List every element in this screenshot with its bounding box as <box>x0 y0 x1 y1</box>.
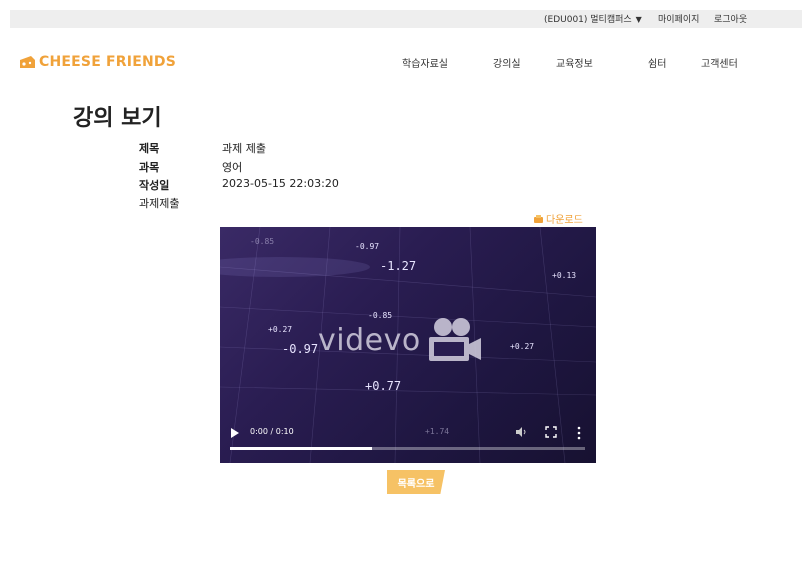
file-download-icon <box>534 214 543 223</box>
overlay-number: +0.77 <box>365 379 402 393</box>
field-value-title: 과제 제출 <box>222 142 266 155</box>
cheese-icon <box>20 56 35 68</box>
volume-icon[interactable] <box>515 426 527 438</box>
video-progress-bar[interactable] <box>230 447 585 450</box>
video-progress-fill <box>230 447 372 450</box>
field-label-subject: 과목 <box>139 161 160 174</box>
overlay-number: +0.13 <box>552 271 577 280</box>
video-time: 0:00 / 0:10 <box>250 427 294 436</box>
field-label-title: 제목 <box>139 142 160 155</box>
overlay-number: -1.27 <box>380 259 417 273</box>
nav-item-classroom[interactable]: 강의실 <box>493 55 521 70</box>
more-options-icon[interactable] <box>575 426 583 440</box>
field-value-date: 2023-05-15 22:03:20 <box>222 177 339 190</box>
org-selector[interactable]: (EDU001) 멀티캠퍼스 ▼ <box>544 12 642 25</box>
caret-down-icon: ▼ <box>635 15 642 24</box>
watermark-text: videvo <box>318 322 421 358</box>
videvo-watermark: videvo <box>318 315 483 365</box>
overlay-number: +0.27 <box>268 325 293 334</box>
overlay-number: -0.85 <box>250 237 275 246</box>
page-title: 강의 보기 <box>73 106 162 131</box>
mypage-link[interactable]: 마이페이지 <box>658 12 699 25</box>
download-label: 다운로드 <box>546 215 583 226</box>
fullscreen-icon[interactable] <box>545 426 557 438</box>
brand-logo-text: CHEESE FRIENDS <box>39 54 176 70</box>
movie-camera-icon <box>428 318 481 361</box>
overlay-number: -0.97 <box>282 342 319 356</box>
nav-item-learning-materials[interactable]: 학습자료실 <box>402 55 448 70</box>
overlay-number: +0.27 <box>510 342 535 351</box>
back-to-list-button[interactable]: 목록으로 <box>387 470 445 494</box>
top-utility-bar: (EDU001) 멀티캠퍼스 ▼ 마이페이지 로그아웃 <box>10 10 802 28</box>
lecture-description: 과제제출 <box>139 197 180 210</box>
org-selector-label: (EDU001) 멀티캠퍼스 <box>544 15 632 25</box>
nav-item-education-info[interactable]: 교육정보 <box>556 55 593 70</box>
download-link[interactable]: 다운로드 <box>534 211 583 226</box>
logout-link[interactable]: 로그아웃 <box>714 12 747 25</box>
nav-item-lounge[interactable]: 쉼터 <box>648 55 666 70</box>
play-icon[interactable] <box>230 427 240 439</box>
video-player[interactable]: -0.85 -1.27 +0.13 -0.97 +0.27 -0.97 +0.2… <box>220 227 596 463</box>
overlay-number: -0.97 <box>355 242 380 251</box>
field-label-date: 작성일 <box>139 179 170 192</box>
brand-logo[interactable]: CHEESE FRIENDS <box>20 53 176 71</box>
field-value-subject: 영어 <box>222 161 243 174</box>
nav-item-customer-center[interactable]: 고객센터 <box>701 55 738 70</box>
video-controls: 0:00 / 0:10 <box>220 417 596 463</box>
